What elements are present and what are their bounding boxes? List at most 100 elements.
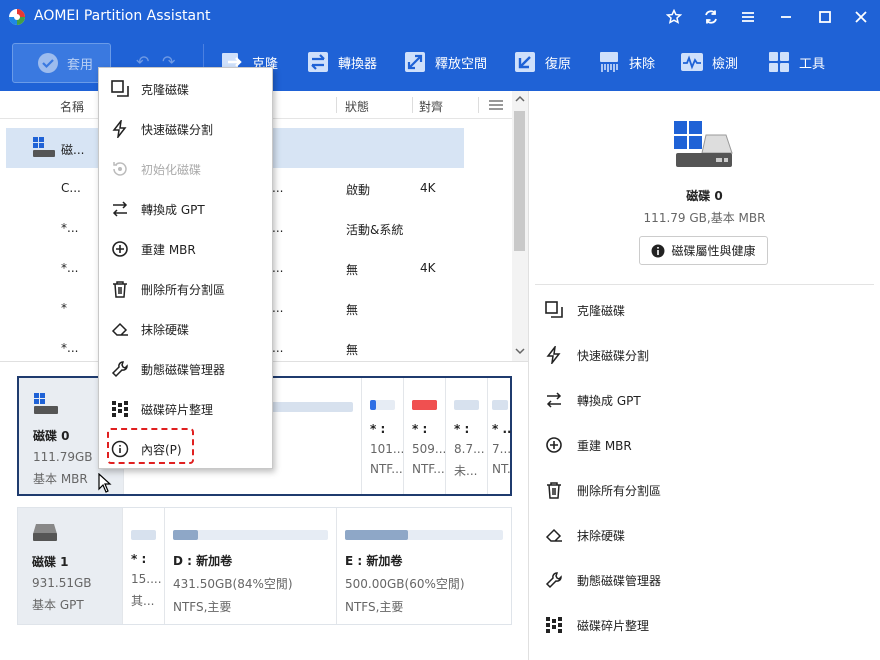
defrag-icon	[112, 401, 128, 417]
menu-item-delete-partitions[interactable]: 刪除所有分割區	[99, 269, 272, 309]
trash-icon	[547, 482, 561, 499]
title-bar: AOMEI Partition Assistant	[0, 0, 880, 34]
partition-size: 500.00GB(60%空閒)	[345, 577, 465, 591]
convert-icon	[308, 52, 328, 72]
partition-d[interactable]: D : 新加卷 431.50GB(84%空閒) NTFS,主要	[164, 508, 336, 624]
row-fs: ...	[272, 261, 284, 275]
op-wipe-disk[interactable]: 抹除硬碟	[545, 523, 625, 547]
eraser-icon	[545, 528, 562, 542]
op-delete-partitions[interactable]: 刪除所有分割區	[545, 478, 661, 502]
close-icon[interactable]	[847, 4, 875, 30]
disk-details-panel: 磁碟 0 111.79 GB,基本 MBR 磁碟屬性與健康 克隆磁碟 快速磁碟分…	[529, 91, 880, 660]
disk-context-menu: 克隆磁碟 快速磁碟分割 初始化磁碟 轉換成 GPT 重建 MBR 刪除所有分割區…	[98, 67, 273, 469]
menu-item-rebuild-mbr[interactable]: 重建 MBR	[99, 229, 272, 269]
column-divider	[412, 97, 413, 113]
op-quick-partition[interactable]: 快速磁碟分割	[545, 343, 649, 367]
usage-fill	[370, 400, 376, 410]
toolbar-recover-button[interactable]: 復原	[513, 48, 571, 76]
app-title: AOMEI Partition Assistant	[34, 8, 211, 24]
star-icon[interactable]	[660, 4, 688, 30]
row-fs: ...	[272, 301, 284, 315]
menu-item-label: 轉換成 GPT	[141, 202, 205, 217]
minimize-icon[interactable]	[772, 4, 800, 30]
usage-bar	[173, 530, 328, 540]
menu-icon[interactable]	[734, 4, 762, 30]
op-label: 動態磁碟管理器	[577, 573, 662, 588]
partition-size: 431.50GB(84%空閒)	[173, 577, 293, 591]
row-name: *...	[61, 341, 79, 355]
row-align: 4K	[420, 181, 436, 195]
partition-block[interactable]: * : 15.... 其...	[122, 508, 164, 624]
menu-item-defrag[interactable]: 磁碟碎片整理	[99, 389, 272, 429]
op-dynamic-disk[interactable]: 動態磁碟管理器	[545, 568, 661, 592]
partition-e[interactable]: E : 新加卷 500.00GB(60%空閒) NTFS,主要	[336, 508, 511, 624]
usage-fill	[173, 530, 198, 540]
disk-map-1[interactable]: 磁碟 1 931.51GB 基本 GPT * : 15.... 其... D :…	[17, 507, 512, 625]
scrollbar-thumb[interactable]	[514, 111, 525, 251]
partition-fs: NTFS,主要	[173, 600, 232, 614]
partition-name: E : 新加卷	[345, 554, 403, 568]
toolbar-convert-button[interactable]: 轉換器	[306, 48, 377, 76]
op-convert-gpt[interactable]: 轉換成 GPT	[545, 388, 641, 412]
partition-block[interactable]: * ... 7... NT...	[487, 378, 512, 494]
maximize-icon[interactable]	[811, 4, 839, 30]
selected-disk-name: 磁碟 0	[686, 189, 723, 203]
scroll-down-icon[interactable]	[515, 347, 525, 355]
op-label: 刪除所有分割區	[577, 483, 662, 498]
op-label: 快速磁碟分割	[577, 348, 650, 363]
disk-large-icon	[674, 121, 733, 167]
disk-properties-button[interactable]: 磁碟屬性與健康	[639, 236, 768, 265]
toolbar-wipe-button[interactable]: 抹除	[597, 48, 655, 76]
usage-bar	[454, 400, 479, 410]
disk-name: 磁碟 1	[32, 555, 69, 569]
op-defrag[interactable]: 磁碟碎片整理	[545, 613, 649, 637]
toolbar-test-button[interactable]: 檢測	[680, 48, 738, 76]
toolbar-tools-button[interactable]: 工具	[767, 48, 825, 76]
column-name[interactable]: 名稱	[60, 98, 84, 115]
refresh-icon[interactable]	[697, 4, 725, 30]
apply-label: 套用	[67, 57, 94, 73]
op-rebuild-mbr[interactable]: 重建 MBR	[545, 433, 632, 457]
partition-name: * :	[454, 422, 470, 436]
row-status: 啟動	[346, 183, 371, 197]
menu-item-convert-gpt[interactable]: 轉換成 GPT	[99, 189, 272, 229]
column-align[interactable]: 對齊	[419, 98, 443, 115]
op-clone-disk[interactable]: 克隆磁碟	[545, 298, 625, 322]
lightning-icon	[112, 120, 127, 138]
disk-type: 基本 GPT	[32, 598, 84, 612]
lightning-icon	[546, 346, 561, 364]
menu-item-label: 克隆磁碟	[141, 82, 190, 97]
partition-block[interactable]: * : 8.7... 未...	[445, 378, 487, 494]
menu-item-dynamic-disk[interactable]: 動態磁碟管理器	[99, 349, 272, 389]
row-name: *	[61, 301, 67, 315]
scroll-up-icon[interactable]	[515, 95, 525, 103]
mouse-cursor-icon	[98, 473, 112, 493]
menu-item-quick-partition[interactable]: 快速磁碟分割	[99, 109, 272, 149]
column-settings-icon[interactable]	[488, 99, 504, 111]
menu-item-clone-disk[interactable]: 克隆磁碟	[99, 69, 272, 109]
menu-item-label: 初始化磁碟	[141, 162, 202, 177]
partition-name: D : 新加卷	[173, 554, 233, 568]
menu-item-wipe-disk[interactable]: 抹除硬碟	[99, 309, 272, 349]
free-space-icon	[405, 52, 425, 72]
toolbar-free-space-button[interactable]: 釋放空間	[403, 48, 487, 76]
partition-size: 8.7...	[454, 442, 485, 456]
wrench-icon	[545, 572, 562, 589]
menu-item-initialize-disk: 初始化磁碟	[99, 149, 272, 189]
list-scrollbar[interactable]	[512, 91, 528, 361]
row-name: *...	[61, 221, 79, 235]
disk-1-label[interactable]: 磁碟 1 931.51GB 基本 GPT	[18, 508, 122, 624]
partition-block[interactable]: * : 101... NTF...	[361, 378, 403, 494]
column-status[interactable]: 狀態	[345, 98, 369, 115]
initialize-icon	[113, 162, 127, 176]
tools-icon	[769, 52, 789, 72]
row-name: *...	[61, 261, 79, 275]
defrag-icon	[546, 617, 562, 633]
menu-item-label: 抹除硬碟	[141, 322, 190, 337]
op-label: 抹除硬碟	[577, 528, 626, 543]
partition-block[interactable]: * : 509... NTF...	[403, 378, 445, 494]
apply-button[interactable]: 套用	[12, 43, 111, 83]
app-logo-icon	[9, 9, 25, 25]
partition-name: * :	[412, 422, 428, 436]
partition-fs: NT...	[492, 462, 512, 476]
